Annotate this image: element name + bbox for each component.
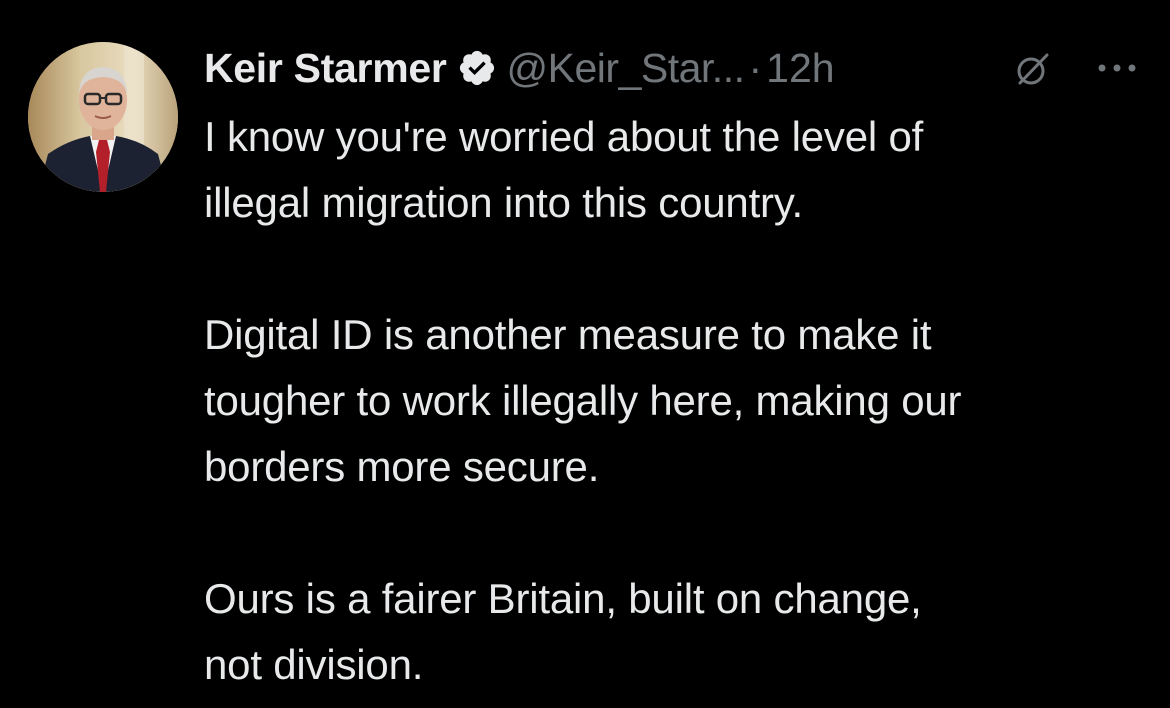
tweet-text-line: tougher to work illegally here, making o…	[204, 377, 962, 424]
avatar-image	[28, 42, 178, 192]
verified-badge-icon[interactable]	[457, 48, 497, 88]
tweet-paragraph: I know you're worried about the level of…	[204, 104, 1154, 236]
header-separator: ·	[748, 44, 763, 91]
tweet-text-line: I know you're worried about the level of	[204, 113, 924, 160]
author-display-name[interactable]: Keir Starmer	[204, 45, 447, 92]
tweet-card[interactable]: Keir Starmer @Keir_Star... · 12h I know …	[0, 0, 1170, 708]
tweet-paragraph: Ours is a fairer Britain, built on chang…	[204, 566, 1154, 698]
grok-icon[interactable]	[1014, 50, 1052, 88]
tweet-header: Keir Starmer @Keir_Star... · 12h	[204, 38, 1154, 98]
tweet-timestamp[interactable]: 12h	[766, 45, 834, 92]
tweet-text-line: Ours is a fairer Britain, built on chang…	[204, 575, 922, 622]
more-options-icon[interactable]	[1092, 58, 1142, 78]
tweet-text-line: Digital ID is another measure to make it	[204, 311, 932, 358]
tweet-paragraph: Digital ID is another measure to make it…	[204, 302, 1154, 500]
avatar[interactable]	[28, 42, 178, 192]
author-handle[interactable]: @Keir_Star...	[507, 45, 745, 92]
tweet-text: I know you're worried about the level of…	[204, 104, 1154, 698]
tweet-text-line: illegal migration into this country.	[204, 179, 803, 226]
tweet-text-line: borders more secure.	[204, 443, 600, 490]
tweet-text-line: not division.	[204, 641, 424, 688]
